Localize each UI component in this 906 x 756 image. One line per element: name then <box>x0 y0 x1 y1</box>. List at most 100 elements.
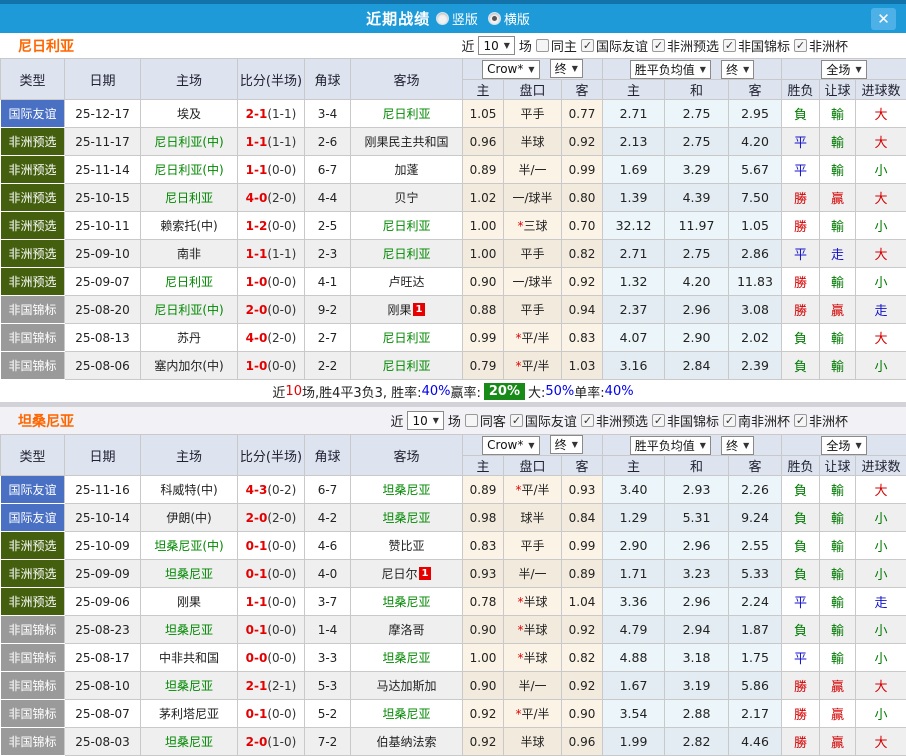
fulltime-score: 4-3 <box>246 483 268 497</box>
handicap-cell: *三球 <box>504 212 562 240</box>
date-cell: 25-08-20 <box>65 296 141 324</box>
avg-lose-cell: 2.17 <box>729 700 782 728</box>
avg-draw-cell: 3.18 <box>665 644 729 672</box>
layout-radio-option[interactable]: 横版 <box>488 9 530 28</box>
col-score: 比分(半场) <box>238 435 305 476</box>
col-avg-lose: 客 <box>729 456 782 476</box>
outcome-cell: 負 <box>782 560 820 588</box>
type-cell: 非洲预选 <box>1 128 65 156</box>
team-label: 尼日利亚(中) <box>154 303 223 317</box>
avg-lose-cell: 2.86 <box>729 240 782 268</box>
match-count-select[interactable]: 10▼ <box>478 36 514 55</box>
competition-checkbox[interactable]: 非洲杯 <box>794 411 848 430</box>
handicap-result-cell: 贏 <box>820 728 856 756</box>
handicap-cell: *平/半 <box>504 324 562 352</box>
col-date: 日期 <box>65 435 141 476</box>
handicap-result-cell: 輸 <box>820 156 856 184</box>
handicap-result-cell: 輸 <box>820 588 856 616</box>
competition-checkbox[interactable]: 非国锦标 <box>723 36 790 55</box>
bookmaker-select[interactable]: Crow*▼ <box>482 60 539 79</box>
handicap-cell: 球半 <box>504 504 562 532</box>
handicap-result-cell: 輸 <box>820 504 856 532</box>
bookmaker-select[interactable]: Crow*▼ <box>482 436 539 455</box>
competition-checkbox[interactable]: 非洲预选 <box>581 411 648 430</box>
handicap-cell: 半/一 <box>504 560 562 588</box>
avg-win-cell: 4.07 <box>603 324 665 352</box>
team-label: 坦桑尼亚 <box>382 707 430 721</box>
team-label: 赞比亚 <box>388 539 424 553</box>
halftime-score: (2-0) <box>267 331 296 345</box>
away-odds-cell: 0.82 <box>562 644 603 672</box>
same-venue-checkbox[interactable]: 同主 <box>536 36 577 55</box>
competition-checkbox[interactable]: 国际友谊 <box>510 411 577 430</box>
scope-select[interactable]: 全场▼ <box>821 60 866 79</box>
away-team-cell: 尼日利亚 <box>351 212 463 240</box>
halftime-score: (0-0) <box>267 539 296 553</box>
odds-group-header: Crow*▼ 终▼ <box>463 435 603 456</box>
type-cell: 非洲预选 <box>1 212 65 240</box>
results-table-nigeria: 类型 日期 主场 比分(半场) 角球 客场 Crow*▼ 终▼ 胜平负均值▼ 终… <box>0 58 906 380</box>
checkbox-label: 同客 <box>480 411 506 430</box>
away-team-cell: 坦桑尼亚 <box>351 644 463 672</box>
fulltime-score: 1-1 <box>246 163 268 177</box>
score-cell: 2-1(1-1) <box>238 100 305 128</box>
final-odds-select[interactable]: 终▼ <box>550 59 583 78</box>
team-label: 茅利塔尼亚 <box>159 707 219 721</box>
table-row: 国际友谊25-12-17埃及2-1(1-1)3-4尼日利亚1.05平手0.772… <box>1 100 906 128</box>
goals-result-cell: 走 <box>856 588 906 616</box>
avg-type-select[interactable]: 胜平负均值▼ <box>630 60 711 79</box>
halftime-score: (0-2) <box>267 483 296 497</box>
final-odds-select[interactable]: 终▼ <box>550 435 583 454</box>
same-venue-checkbox[interactable]: 同客 <box>465 411 506 430</box>
corners-cell: 4-2 <box>305 504 351 532</box>
date-cell: 25-08-10 <box>65 672 141 700</box>
handicap-result-cell: 輸 <box>820 268 856 296</box>
table-row: 非洲预选25-09-06刚果1-1(0-0)3-7坦桑尼亚0.78*半球1.04… <box>1 588 906 616</box>
avg-draw-cell: 3.19 <box>665 672 729 700</box>
chevron-down-icon: ▼ <box>433 416 439 425</box>
filter-near-label: 近 <box>390 411 403 430</box>
col-avg-draw: 和 <box>665 456 729 476</box>
scope-select[interactable]: 全场▼ <box>821 436 866 455</box>
match-count-select[interactable]: 10▼ <box>407 411 443 430</box>
competition-checkbox[interactable]: 非洲预选 <box>652 36 719 55</box>
corners-cell: 2-2 <box>305 352 351 380</box>
team-label: 尼日利亚(中) <box>154 135 223 149</box>
avg-draw-cell: 2.94 <box>665 616 729 644</box>
avg-lose-cell: 2.55 <box>729 532 782 560</box>
type-cell: 国际友谊 <box>1 476 65 504</box>
competition-checkbox[interactable]: 南非洲杯 <box>723 411 790 430</box>
team-label: 贝宁 <box>394 191 418 205</box>
competition-checkbox[interactable]: 非国锦标 <box>652 411 719 430</box>
goals-result-cell: 小 <box>856 700 906 728</box>
goals-result-cell: 大 <box>856 476 906 504</box>
checkbox-icon <box>581 414 594 427</box>
close-button[interactable]: ✕ <box>871 8 896 30</box>
halftime-score: (1-1) <box>267 247 296 261</box>
table-row: 非洲预选25-09-10南非1-1(1-1)2-3尼日利亚1.00平手0.822… <box>1 240 906 268</box>
home-team-cell: 塞内加尔(中) <box>141 352 238 380</box>
avg-final-select[interactable]: 终▼ <box>721 60 754 79</box>
avg-lose-cell: 2.26 <box>729 476 782 504</box>
fulltime-score: 0-1 <box>246 539 268 553</box>
avg-final-select[interactable]: 终▼ <box>721 436 754 455</box>
summary-segment: 50% <box>545 384 574 399</box>
avg-win-cell: 4.88 <box>603 644 665 672</box>
chevron-down-icon: ▼ <box>855 65 861 74</box>
competition-checkbox[interactable]: 国际友谊 <box>581 36 648 55</box>
avg-type-select[interactable]: 胜平负均值▼ <box>630 436 711 455</box>
home-odds-cell: 0.96 <box>463 128 504 156</box>
home-odds-cell: 1.00 <box>463 644 504 672</box>
fulltime-score: 2-0 <box>246 303 268 317</box>
competition-checkbox[interactable]: 非洲杯 <box>794 36 848 55</box>
handicap-result-cell: 贏 <box>820 184 856 212</box>
type-cell: 非国锦标 <box>1 616 65 644</box>
corners-cell: 9-2 <box>305 296 351 324</box>
goals-result-cell: 小 <box>856 644 906 672</box>
handicap-result-cell: 輸 <box>820 352 856 380</box>
layout-radio-option[interactable]: 竖版 <box>436 9 478 28</box>
away-odds-cell: 0.99 <box>562 156 603 184</box>
date-cell: 25-08-13 <box>65 324 141 352</box>
home-odds-cell: 1.00 <box>463 212 504 240</box>
fulltime-score: 1-2 <box>246 219 268 233</box>
